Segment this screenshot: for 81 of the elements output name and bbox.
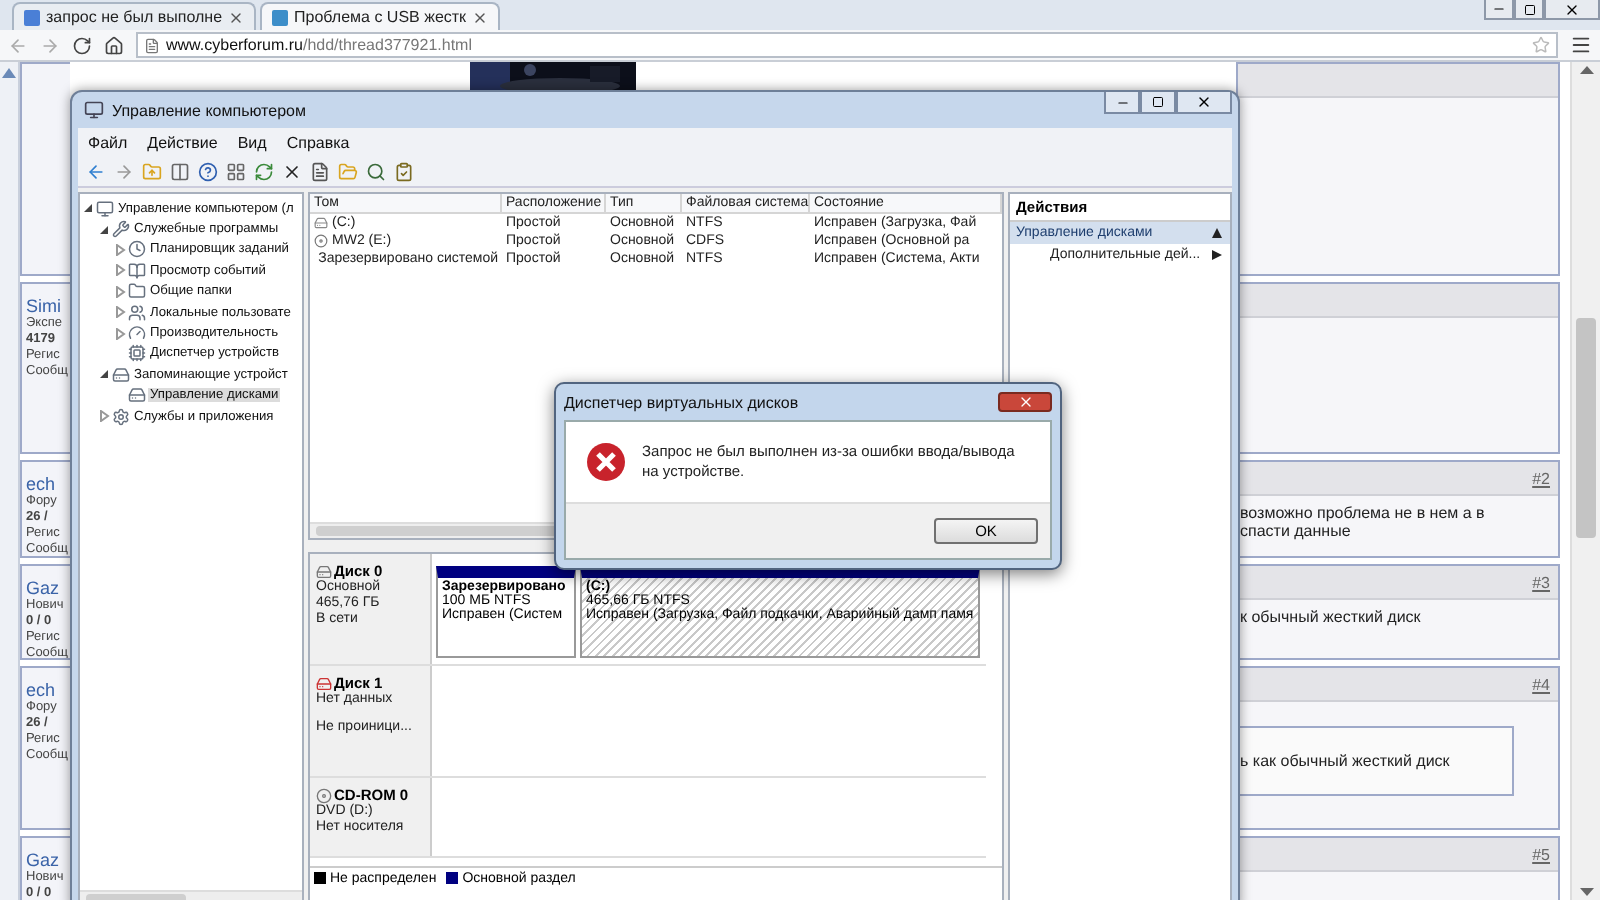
panel-icon[interactable] (170, 161, 190, 181)
submenu-arrow-icon (1212, 250, 1222, 260)
computer-icon (84, 100, 104, 120)
clock-icon (128, 240, 146, 259)
collapse-icon[interactable] (98, 368, 110, 381)
close-icon[interactable] (472, 9, 489, 25)
back-icon[interactable] (86, 161, 106, 181)
menu-item[interactable]: Файл (88, 133, 128, 151)
quote-text: ь как обычный жесткий диск (1238, 726, 1514, 796)
users-icon (128, 303, 146, 322)
username[interactable]: Simi (26, 296, 66, 316)
forward-icon[interactable] (114, 161, 134, 181)
disc-icon (314, 234, 328, 248)
window-title: Управление компьютером (112, 101, 306, 119)
folder-icon (128, 282, 146, 301)
collapse-icon[interactable] (98, 223, 110, 236)
maximize-icon (1523, 3, 1535, 15)
close-button[interactable] (1176, 92, 1232, 114)
drive-icon (316, 563, 332, 579)
expand-icon[interactable] (114, 264, 126, 277)
error-icon (586, 442, 626, 482)
expand-icon[interactable] (114, 285, 126, 298)
drive-icon (314, 216, 328, 230)
scroll-thumb[interactable] (1576, 318, 1596, 538)
maximize-icon (1152, 96, 1164, 108)
post-text: возможно проблема не в нем а в (1238, 504, 1487, 522)
username[interactable]: ech (26, 474, 66, 494)
minimize-button[interactable] (1484, 0, 1514, 20)
maximize-button[interactable] (1140, 92, 1176, 114)
post-text: спасти данные (1238, 522, 1353, 540)
close-icon (1564, 1, 1580, 17)
close-button[interactable] (998, 392, 1052, 412)
grid-icon[interactable] (226, 161, 246, 181)
gear-icon (112, 407, 130, 426)
post-number-link[interactable]: #5 (1532, 845, 1550, 863)
drive-icon (112, 365, 130, 384)
expand-icon[interactable] (114, 243, 126, 256)
star-icon[interactable] (1532, 36, 1550, 54)
book-icon (128, 261, 146, 280)
username[interactable]: Gaz (26, 578, 66, 598)
expand-icon[interactable] (114, 327, 126, 340)
computer-icon (96, 199, 114, 218)
post-number-link[interactable]: #2 (1532, 469, 1550, 487)
scroll-up-icon[interactable] (1579, 66, 1593, 74)
reload-icon[interactable] (72, 35, 92, 55)
collapse-icon (1212, 228, 1222, 238)
menu-item[interactable]: Справка (286, 133, 350, 151)
username[interactable]: ech (26, 680, 66, 700)
browser-tab[interactable]: Проблема с USB жестк (260, 2, 501, 30)
minimize-icon (1492, 2, 1506, 16)
home-icon[interactable] (104, 35, 124, 55)
address-field[interactable]: www.cyberforum.ru/hdd/thread377921.html (136, 32, 1558, 58)
username[interactable]: Gaz (26, 850, 66, 870)
collapse-icon[interactable] (82, 202, 94, 215)
scroll-down-icon[interactable] (1579, 888, 1593, 896)
menu-item[interactable]: Действие (147, 133, 218, 151)
dialog-title: Диспетчер виртуальных дисков (564, 393, 799, 411)
post-text: к обычный жесткий диск (1238, 608, 1423, 626)
close-icon (1196, 94, 1212, 110)
maximize-button[interactable] (1514, 0, 1544, 20)
post-number-link[interactable]: #4 (1532, 675, 1550, 693)
close-icon (1017, 394, 1033, 410)
drive-icon (128, 386, 146, 405)
delete-icon[interactable] (282, 161, 302, 181)
expand-icon[interactable] (98, 410, 110, 423)
close-icon[interactable] (228, 9, 245, 25)
wrench-icon (112, 220, 130, 239)
help-icon[interactable] (198, 161, 218, 181)
gauge-icon (128, 324, 146, 343)
browser-tab[interactable]: запрос не был выполне (12, 2, 257, 30)
post-number-link[interactable]: #3 (1532, 573, 1550, 591)
menu-item[interactable]: Вид (237, 133, 267, 151)
expand-icon[interactable] (114, 306, 126, 319)
menu-icon[interactable] (1570, 34, 1592, 56)
drive-icon (316, 675, 332, 691)
refresh-icon[interactable] (254, 161, 274, 181)
document-icon[interactable] (310, 161, 330, 181)
chip-icon (128, 344, 146, 363)
clipboard-icon[interactable] (394, 161, 414, 181)
disc-icon (316, 787, 332, 803)
scroll-up-icon[interactable] (2, 68, 16, 78)
